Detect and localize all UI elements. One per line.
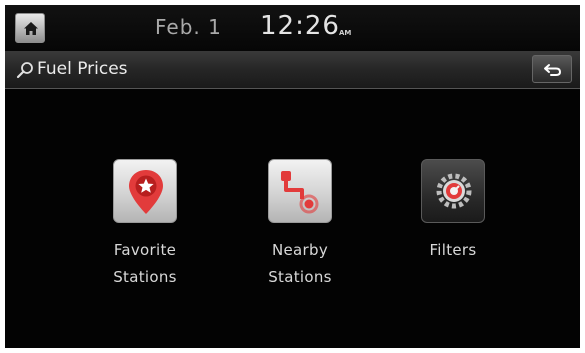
- fuel-search-icon: [16, 62, 33, 79]
- filters-label-line1: Filters: [429, 241, 477, 259]
- favorite-stations-label: Favorite Stations: [90, 237, 200, 291]
- app-screen: Feb. 1 12:26 AM Fuel Prices Favorite Sta…: [5, 5, 580, 348]
- clock-display: 12:26: [260, 11, 340, 41]
- favorite-stations-tile: [113, 159, 177, 223]
- status-bar: Feb. 1 12:26 AM: [5, 5, 580, 51]
- nearby-stations-label: Nearby Stations: [245, 237, 355, 291]
- home-button[interactable]: [15, 13, 45, 43]
- filter-gear-icon: [436, 173, 472, 209]
- home-icon: [24, 22, 38, 35]
- nearby-stations-label-line2: Stations: [268, 268, 332, 286]
- nearby-stations-label-line1: Nearby: [271, 241, 328, 259]
- nearby-stations-tile: [268, 159, 332, 223]
- filters-tile: [421, 159, 485, 223]
- back-button[interactable]: [532, 55, 572, 83]
- filters-label: Filters: [398, 237, 508, 264]
- page-title: Fuel Prices: [37, 59, 128, 79]
- favorite-stations-label-line1: Favorite: [113, 241, 177, 259]
- back-arrow-icon: [544, 64, 562, 76]
- nearby-route-icon: [281, 171, 319, 214]
- favorite-stations-label-line2: Stations: [113, 268, 177, 286]
- ampm-indicator: AM: [339, 29, 352, 37]
- filters-button[interactable]: Filters: [398, 155, 508, 295]
- favorite-stations-button[interactable]: Favorite Stations: [90, 155, 200, 295]
- favorite-pin-icon: [129, 170, 163, 214]
- nearby-stations-button[interactable]: Nearby Stations: [245, 155, 355, 295]
- date-display: Feb. 1: [155, 15, 222, 39]
- title-bar: Fuel Prices: [5, 51, 580, 89]
